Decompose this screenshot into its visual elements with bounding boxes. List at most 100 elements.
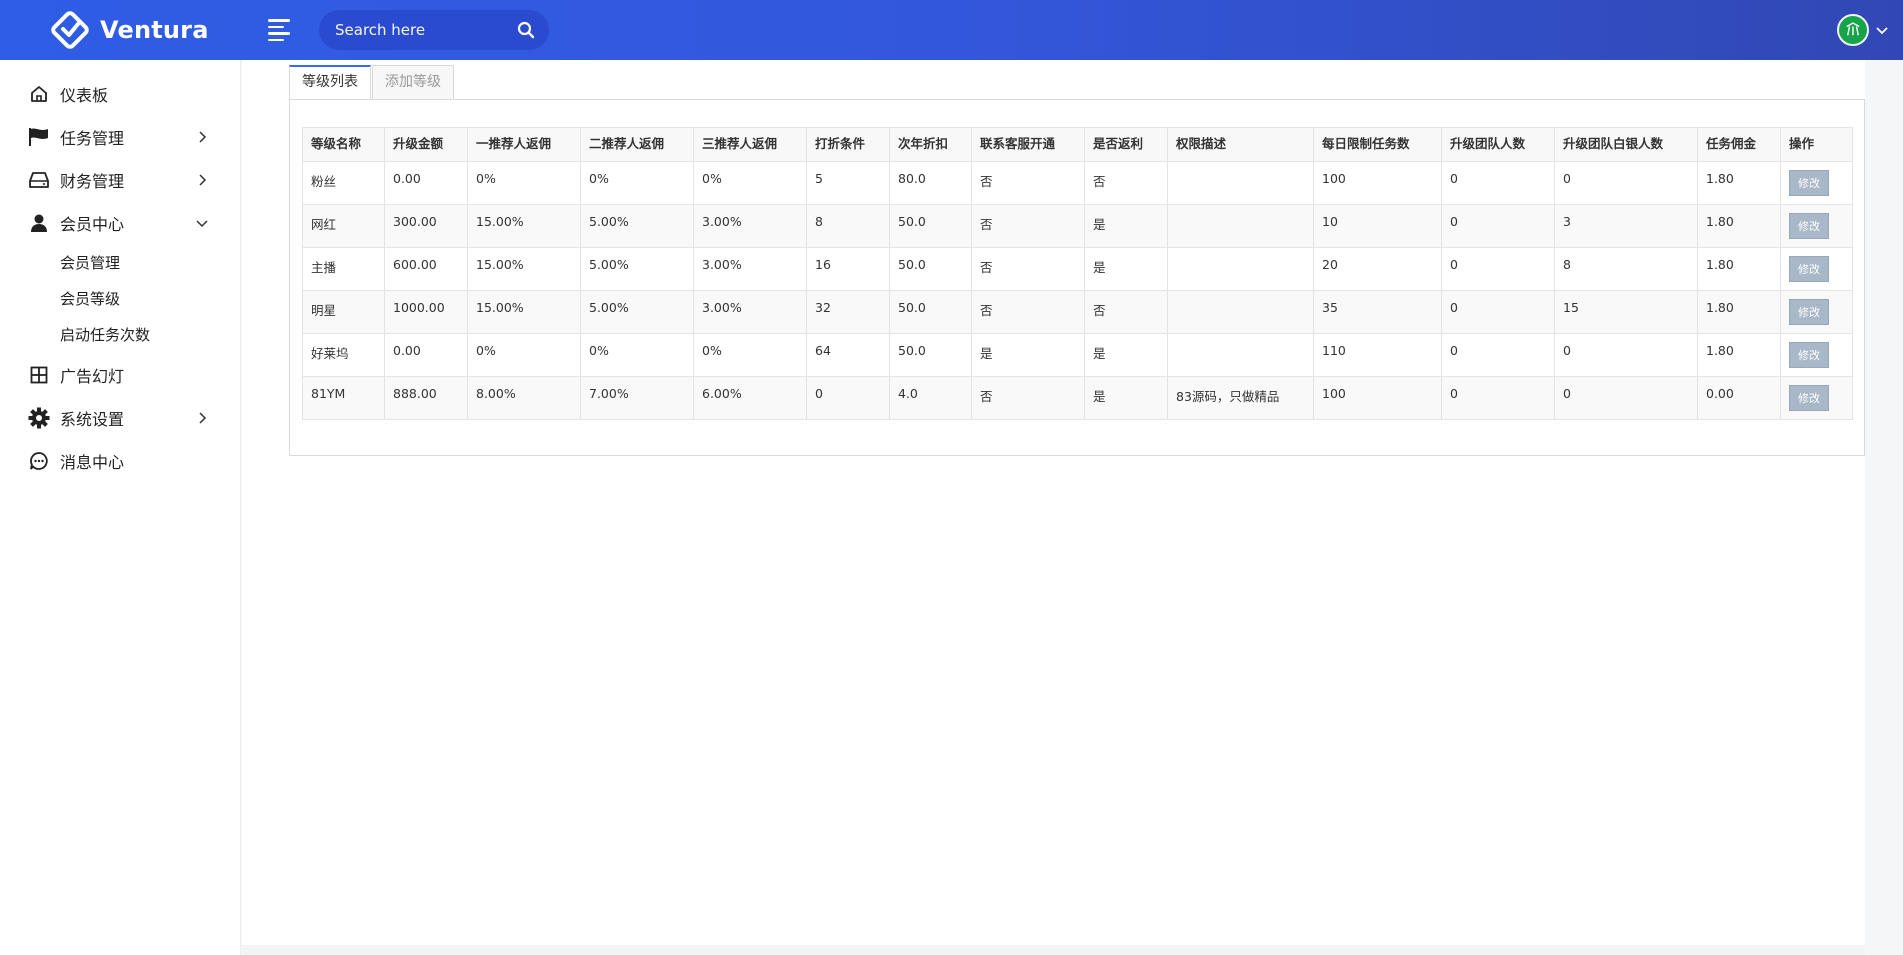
table-cell: 8.00% (467, 376, 581, 420)
table-cell: 3.00% (693, 290, 807, 334)
table-cell: 100 (1313, 161, 1442, 205)
sidebar-item-label: 消息中心 (60, 453, 125, 472)
table-cell: 否 (971, 376, 1085, 420)
table-cell: 5 (806, 161, 890, 205)
table-cell: 是 (971, 333, 1085, 377)
table-cell: 50.0 (889, 204, 972, 248)
table-cell: 1.80 (1697, 161, 1781, 205)
table-cell: 0 (806, 376, 890, 420)
tab-bar: 等级列表 添加等级 (289, 65, 454, 99)
main-content: 等级列表 添加等级 等级名称 升级金额 一推荐人返佣 二推荐人返佣 三推荐人返佣… (242, 60, 1865, 945)
table-cell: 1.80 (1697, 247, 1781, 291)
chevron-down-icon[interactable] (1875, 23, 1889, 37)
table-cell: 8 (1554, 247, 1698, 291)
table-cell-actions: 修改 (1780, 376, 1853, 420)
table-cell: 50.0 (889, 290, 972, 334)
edit-level-button[interactable]: 修改 (1789, 213, 1829, 239)
footer-strip (242, 945, 1865, 955)
table-cell: 0 (1554, 161, 1698, 205)
table-cell: 7.00% (580, 376, 694, 420)
sidebar-item-label: 广告幻灯 (60, 367, 125, 386)
column-header: 升级团队人数 (1441, 127, 1555, 162)
top-bar: Ventura (0, 0, 1903, 60)
table-cell: 明星 (302, 290, 385, 334)
table-cell: 1000.00 (384, 290, 468, 334)
table-cell: 是 (1084, 204, 1168, 248)
table-row: 明星 1000.00 15.00% 5.00% 3.00% 32 50.0 否否 35 0 15 1.… (302, 290, 1853, 334)
column-header: 一推荐人返佣 (467, 127, 581, 162)
brand-logo[interactable]: Ventura (50, 11, 209, 49)
grid-icon (28, 364, 50, 386)
sidebar-subitem-task-starts[interactable]: 启动任务次数 (60, 324, 150, 345)
table-cell: 是 (1084, 247, 1168, 291)
sidebar-item-finance[interactable]: 财务管理 (0, 160, 241, 200)
edit-level-button[interactable]: 修改 (1789, 385, 1829, 411)
table-cell: 0 (1441, 333, 1555, 377)
edit-level-button[interactable]: 修改 (1789, 170, 1829, 196)
table-cell-actions: 修改 (1780, 161, 1853, 205)
column-header: 升级金额 (384, 127, 468, 162)
column-header: 是否返利 (1084, 127, 1168, 162)
table-cell: 35 (1313, 290, 1442, 334)
sidebar-subitem-member-levels[interactable]: 会员等级 (60, 288, 120, 309)
search-box (319, 10, 549, 50)
user-menu[interactable] (1837, 14, 1889, 46)
table-cell: 81YM (302, 376, 385, 420)
table-cell: 15.00% (467, 247, 581, 291)
table-row: 主播 600.00 15.00% 5.00% 3.00% 16 50.0 否是 20 0 8 1.80… (302, 247, 1853, 291)
tab-level-list[interactable]: 等级列表 (289, 65, 371, 99)
table-cell-actions: 修改 (1780, 290, 1853, 334)
table-cell: 0% (580, 161, 694, 205)
table-cell: 50.0 (889, 247, 972, 291)
column-header: 升级团队白银人数 (1554, 127, 1698, 162)
tab-add-level[interactable]: 添加等级 (372, 65, 454, 99)
table-cell: 32 (806, 290, 890, 334)
table-cell: 主播 (302, 247, 385, 291)
table-row: 好莱坞 0.00 0% 0% 0% 64 50.0 是是 110 0 0 1.80 修改 (302, 333, 1853, 377)
table-cell: 否 (1084, 161, 1168, 205)
table-row: 网红 300.00 15.00% 5.00% 3.00% 8 50.0 否是 10 0 3 1.80 修… (302, 204, 1853, 248)
column-header: 三推荐人返佣 (693, 127, 807, 162)
edit-level-button[interactable]: 修改 (1789, 342, 1829, 368)
table-cell: 5.00% (580, 290, 694, 334)
avatar[interactable] (1837, 14, 1869, 46)
sidebar-item-label: 系统设置 (60, 410, 125, 429)
column-header: 操作 (1780, 127, 1853, 162)
table-cell: 否 (1084, 290, 1168, 334)
sidebar-item-members[interactable]: 会员中心 (0, 203, 241, 243)
sidebar: 仪表板 任务管理 财务管理 会员中心 会员管理 会员等级 启动任务次数 广告幻灯… (0, 60, 241, 955)
table-cell: 是 (1084, 376, 1168, 420)
sidebar-item-ad-slides[interactable]: 广告幻灯 (0, 355, 241, 395)
edit-level-button[interactable]: 修改 (1789, 256, 1829, 282)
table-cell (1167, 290, 1314, 334)
search-icon[interactable] (517, 21, 535, 39)
table-cell (1167, 333, 1314, 377)
edit-level-button[interactable]: 修改 (1789, 299, 1829, 325)
chevron-down-icon (196, 220, 208, 228)
search-input[interactable] (335, 21, 517, 39)
menu-toggle-button[interactable] (268, 19, 290, 41)
table-cell: 是 (1084, 333, 1168, 377)
table-cell: 0 (1554, 376, 1698, 420)
table-cell: 80.0 (889, 161, 972, 205)
home-icon (28, 83, 50, 105)
table-cell: 64 (806, 333, 890, 377)
table-cell: 5.00% (580, 204, 694, 248)
sidebar-subitem-member-management[interactable]: 会员管理 (60, 252, 120, 273)
table-cell: 15 (1554, 290, 1698, 334)
chat-icon (28, 450, 50, 472)
drive-icon (28, 169, 50, 191)
sidebar-item-tasks[interactable]: 任务管理 (0, 117, 241, 157)
table-cell: 5.00% (580, 247, 694, 291)
sidebar-item-label: 会员中心 (60, 215, 125, 234)
sidebar-item-dashboard[interactable]: 仪表板 (0, 74, 241, 114)
table-cell: 否 (971, 204, 1085, 248)
table-cell: 0 (1441, 161, 1555, 205)
table-cell-actions: 修改 (1780, 247, 1853, 291)
table-cell: 0 (1441, 376, 1555, 420)
table-cell: 8 (806, 204, 890, 248)
sidebar-item-messages[interactable]: 消息中心 (0, 441, 241, 481)
chevron-right-icon (199, 412, 207, 424)
sidebar-item-label: 财务管理 (60, 172, 125, 191)
sidebar-item-settings[interactable]: 系统设置 (0, 398, 241, 438)
